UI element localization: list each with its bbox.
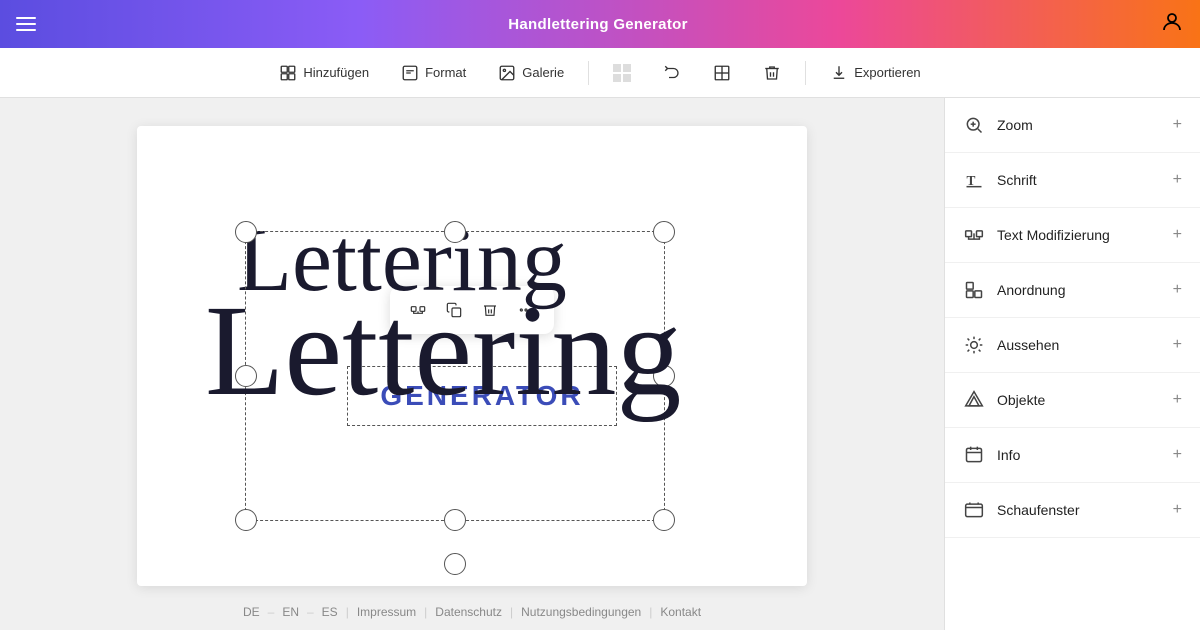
lettering-text-group: Lettering <box>237 216 567 306</box>
add-button[interactable]: Hinzufügen <box>267 58 381 88</box>
objekte-plus: + <box>1173 391 1182 409</box>
aussehen-plus: + <box>1173 336 1182 354</box>
schrift-icon: T <box>963 169 985 191</box>
footer-es[interactable]: ES <box>322 605 338 619</box>
info-icon <box>963 444 985 466</box>
canvas-wrapper: Lettering GENERATOR <box>20 118 924 594</box>
grid-button[interactable] <box>701 58 743 88</box>
schaufenster-label: Schaufenster <box>997 502 1080 518</box>
handle-bottom-center[interactable] <box>444 509 466 531</box>
menu-icon[interactable] <box>16 17 36 31</box>
text-mod-label: Text Modifizierung <box>997 227 1110 243</box>
trash-icon <box>763 64 781 82</box>
delete-button[interactable] <box>751 58 793 88</box>
add-icon <box>279 64 297 82</box>
handle-bottom-left[interactable] <box>235 509 257 531</box>
export-icon <box>830 64 848 82</box>
handle-top-right[interactable] <box>653 221 675 243</box>
schrift-plus: + <box>1173 171 1182 189</box>
footer-datenschutz[interactable]: Datenschutz <box>435 605 502 619</box>
sidebar-item-objekte[interactable]: Objekte + <box>945 373 1200 428</box>
footer-impressum[interactable]: Impressum <box>357 605 416 619</box>
main-toolbar: Hinzufügen Format Galerie <box>0 48 1200 98</box>
text-mod-plus: + <box>1173 226 1182 244</box>
sidebar-item-text-modifizierung[interactable]: Text Modifizierung + <box>945 208 1200 263</box>
objekte-icon <box>963 389 985 411</box>
anordnung-label: Anordnung <box>997 282 1066 298</box>
footer-kontakt[interactable]: Kontakt <box>660 605 701 619</box>
lettering-main-text: Lettering <box>237 216 567 306</box>
zoom-plus: + <box>1173 116 1182 134</box>
info-label: Info <box>997 447 1020 463</box>
sidebar-item-anordnung[interactable]: Anordnung + <box>945 263 1200 318</box>
aussehen-icon <box>963 334 985 356</box>
sidebar-item-schrift[interactable]: T Schrift + <box>945 153 1200 208</box>
anordnung-plus: + <box>1173 281 1182 299</box>
sidebar-item-schaufenster[interactable]: Schaufenster + <box>945 483 1200 538</box>
sidebar-item-info[interactable]: Info + <box>945 428 1200 483</box>
footer-en[interactable]: EN <box>282 605 299 619</box>
footer-de[interactable]: DE <box>243 605 260 619</box>
canvas-area: Lettering GENERATOR <box>0 98 944 630</box>
separator-2 <box>805 61 806 85</box>
sidebar: Zoom + T Schrift + Text Modifizierung + <box>944 98 1200 630</box>
gallery-icon <box>498 64 516 82</box>
user-icon[interactable] <box>1160 10 1184 39</box>
zoom-icon <box>963 114 985 136</box>
separator-1 <box>588 61 589 85</box>
design-canvas[interactable]: Lettering GENERATOR <box>137 126 807 586</box>
handle-bottom-right[interactable] <box>653 509 675 531</box>
generator-text-box: GENERATOR <box>347 366 617 426</box>
aussehen-label: Aussehen <box>997 337 1059 353</box>
sidebar-item-aussehen[interactable]: Aussehen + <box>945 318 1200 373</box>
grid-color-button[interactable] <box>601 58 643 88</box>
undo-icon <box>663 64 681 82</box>
handle-mid-right[interactable] <box>653 365 675 387</box>
generator-text: GENERATOR <box>380 380 583 412</box>
undo-button[interactable] <box>651 58 693 88</box>
export-button[interactable]: Exportieren <box>818 58 932 88</box>
sidebar-item-zoom[interactable]: Zoom + <box>945 98 1200 153</box>
add-label: Hinzufügen <box>303 65 369 80</box>
zoom-label: Zoom <box>997 117 1033 133</box>
handle-mid-left[interactable] <box>235 365 257 387</box>
gallery-label: Galerie <box>522 65 564 80</box>
svg-text:T: T <box>967 173 976 188</box>
app-header: Handlettering Generator <box>0 0 1200 48</box>
handle-rotate[interactable] <box>444 553 466 575</box>
format-icon <box>401 64 419 82</box>
footer-links: DE – EN – ES | Impressum | Datenschutz |… <box>243 594 701 630</box>
schrift-label: Schrift <box>997 172 1037 188</box>
format-label: Format <box>425 65 466 80</box>
grid-icon <box>713 64 731 82</box>
anordnung-icon <box>963 279 985 301</box>
schaufenster-plus: + <box>1173 501 1182 519</box>
gallery-button[interactable]: Galerie <box>486 58 576 88</box>
info-plus: + <box>1173 446 1182 464</box>
schaufenster-icon <box>963 499 985 521</box>
export-label: Exportieren <box>854 65 920 80</box>
app-title: Handlettering Generator <box>508 16 687 33</box>
format-button[interactable]: Format <box>389 58 478 88</box>
objekte-label: Objekte <box>997 392 1045 408</box>
text-mod-icon <box>963 224 985 246</box>
main-content: Lettering GENERATOR <box>0 98 1200 630</box>
footer-nutzungsbedingungen[interactable]: Nutzungsbedingungen <box>521 605 641 619</box>
